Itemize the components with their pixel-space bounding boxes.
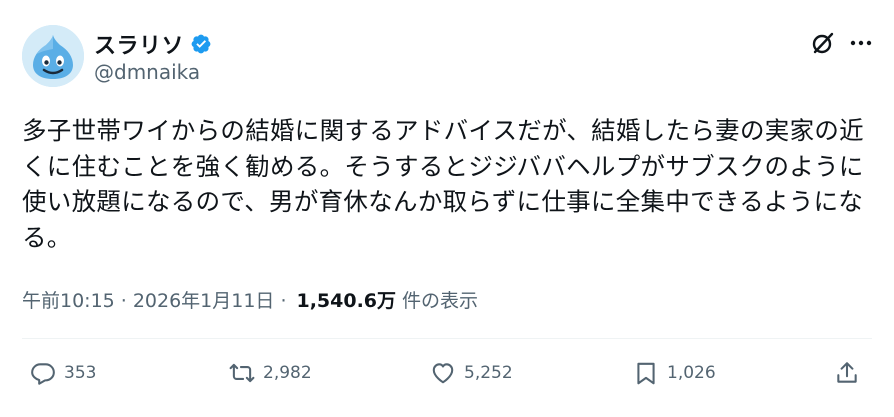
tweet-meta: 午前10:15 · 2026年1月11日 · 1,540.6万 件の表示: [22, 286, 478, 313]
retweet-button[interactable]: 2,982: [229, 360, 312, 386]
tweet-detail: スラリソ @dmnaika 多子世帯ワイからの結婚に関するアドバイスだが、結婚し…: [0, 0, 894, 417]
reply-button[interactable]: 353: [30, 360, 96, 386]
retweet-count: 2,982: [263, 363, 312, 383]
heart-icon: [432, 363, 454, 384]
author-handle[interactable]: @dmnaika: [94, 60, 200, 84]
avatar[interactable]: [22, 25, 84, 87]
views-count[interactable]: 1,540.6万: [296, 286, 396, 313]
bookmark-icon: [637, 362, 655, 385]
action-bar: 353 2,982 5,252 1,026: [0, 360, 894, 400]
like-button[interactable]: 5,252: [430, 360, 513, 386]
retweet-icon: [229, 363, 255, 383]
tweet-date[interactable]: 2026年1月11日: [133, 286, 275, 313]
more-icon[interactable]: [848, 32, 874, 54]
views-label: 件の表示: [402, 290, 479, 312]
like-count: 5,252: [464, 363, 513, 383]
tweet-text: 多子世帯ワイからの結婚に関するアドバイスだが、結婚したら妻の実家の近くに住むこと…: [22, 116, 864, 252]
bookmark-button[interactable]: 1,026: [633, 360, 716, 386]
slime-avatar-icon: [22, 25, 84, 87]
divider: [22, 338, 872, 339]
share-button[interactable]: [834, 360, 860, 386]
meta-separator: ·: [280, 290, 287, 312]
meta-separator: ·: [120, 290, 127, 312]
author-display-name[interactable]: スラリソ: [94, 28, 184, 60]
reply-icon: [31, 363, 55, 385]
grok-icon[interactable]: [810, 30, 836, 56]
bookmark-count: 1,026: [667, 363, 716, 383]
verified-badge-icon: [191, 34, 211, 54]
author-name-row: スラリソ: [94, 28, 212, 60]
share-icon: [837, 362, 857, 383]
tweet-time[interactable]: 午前10:15: [22, 286, 115, 313]
reply-count: 353: [64, 363, 97, 383]
